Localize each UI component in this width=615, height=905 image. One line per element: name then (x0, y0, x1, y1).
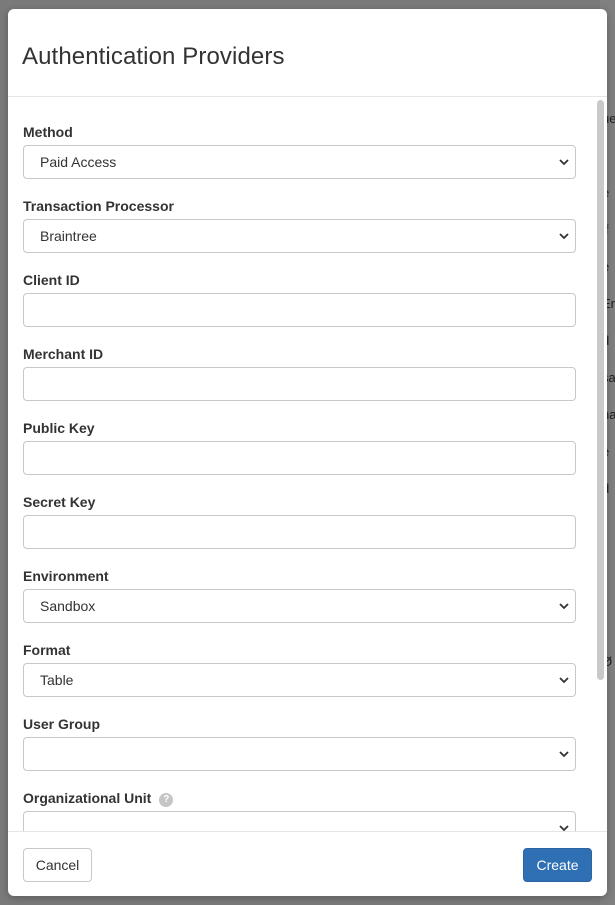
transaction-processor-field: Transaction Processor Braintree (23, 197, 576, 253)
environment-field: Environment Sandbox (23, 567, 576, 623)
chevron-down-icon (559, 751, 569, 758)
modal-footer: Cancel Create (8, 831, 607, 896)
user-group-field: User Group (23, 715, 576, 771)
method-field: Method Paid Access (23, 123, 576, 179)
merchant-id-field: Merchant ID (23, 345, 576, 401)
organizational-unit-label: Organizational Unit (23, 790, 152, 806)
chevron-down-icon (559, 233, 569, 240)
public-key-label: Public Key (23, 420, 95, 436)
public-key-input[interactable] (23, 441, 576, 475)
secret-key-field: Secret Key (23, 493, 576, 549)
transaction-processor-select[interactable]: Braintree (23, 219, 576, 253)
transaction-processor-select-value: Braintree (40, 228, 97, 244)
merchant-id-label: Merchant ID (23, 346, 104, 362)
chevron-down-icon (559, 159, 569, 166)
transaction-processor-label: Transaction Processor (23, 198, 174, 214)
organizational-unit-field: Organizational Unit? (23, 789, 576, 831)
merchant-id-input[interactable] (23, 367, 576, 401)
format-label: Format (23, 642, 71, 658)
modal-header: Authentication Providers (8, 9, 607, 97)
modal-body[interactable]: Method Paid Access Transaction Processor… (8, 97, 607, 831)
organizational-unit-label-row: Organizational Unit? (23, 789, 576, 807)
environment-select[interactable]: Sandbox (23, 589, 576, 623)
client-id-field: Client ID (23, 271, 576, 327)
auth-providers-modal: Authentication Providers Method Paid Acc… (8, 9, 607, 896)
secret-key-input[interactable] (23, 515, 576, 549)
environment-label: Environment (23, 568, 109, 584)
format-select-value: Table (40, 672, 74, 688)
chevron-down-icon (559, 603, 569, 610)
method-label: Method (23, 124, 73, 140)
create-button[interactable]: Create (523, 848, 592, 882)
modal-title: Authentication Providers (22, 43, 285, 70)
question-circle-icon[interactable]: ? (159, 793, 174, 807)
modal-scrollbar[interactable] (597, 100, 604, 680)
method-select[interactable]: Paid Access (23, 145, 576, 179)
cancel-button[interactable]: Cancel (23, 848, 92, 882)
client-id-input[interactable] (23, 293, 576, 327)
format-field: Format Table (23, 641, 576, 697)
user-group-select[interactable] (23, 737, 576, 771)
organizational-unit-select[interactable] (23, 811, 576, 831)
secret-key-label: Secret Key (23, 494, 96, 510)
client-id-label: Client ID (23, 272, 80, 288)
format-select[interactable]: Table (23, 663, 576, 697)
method-select-value: Paid Access (40, 154, 117, 170)
public-key-field: Public Key (23, 419, 576, 475)
environment-select-value: Sandbox (40, 598, 96, 614)
chevron-down-icon (559, 677, 569, 684)
chevron-down-icon (559, 825, 569, 831)
user-group-label: User Group (23, 716, 101, 732)
